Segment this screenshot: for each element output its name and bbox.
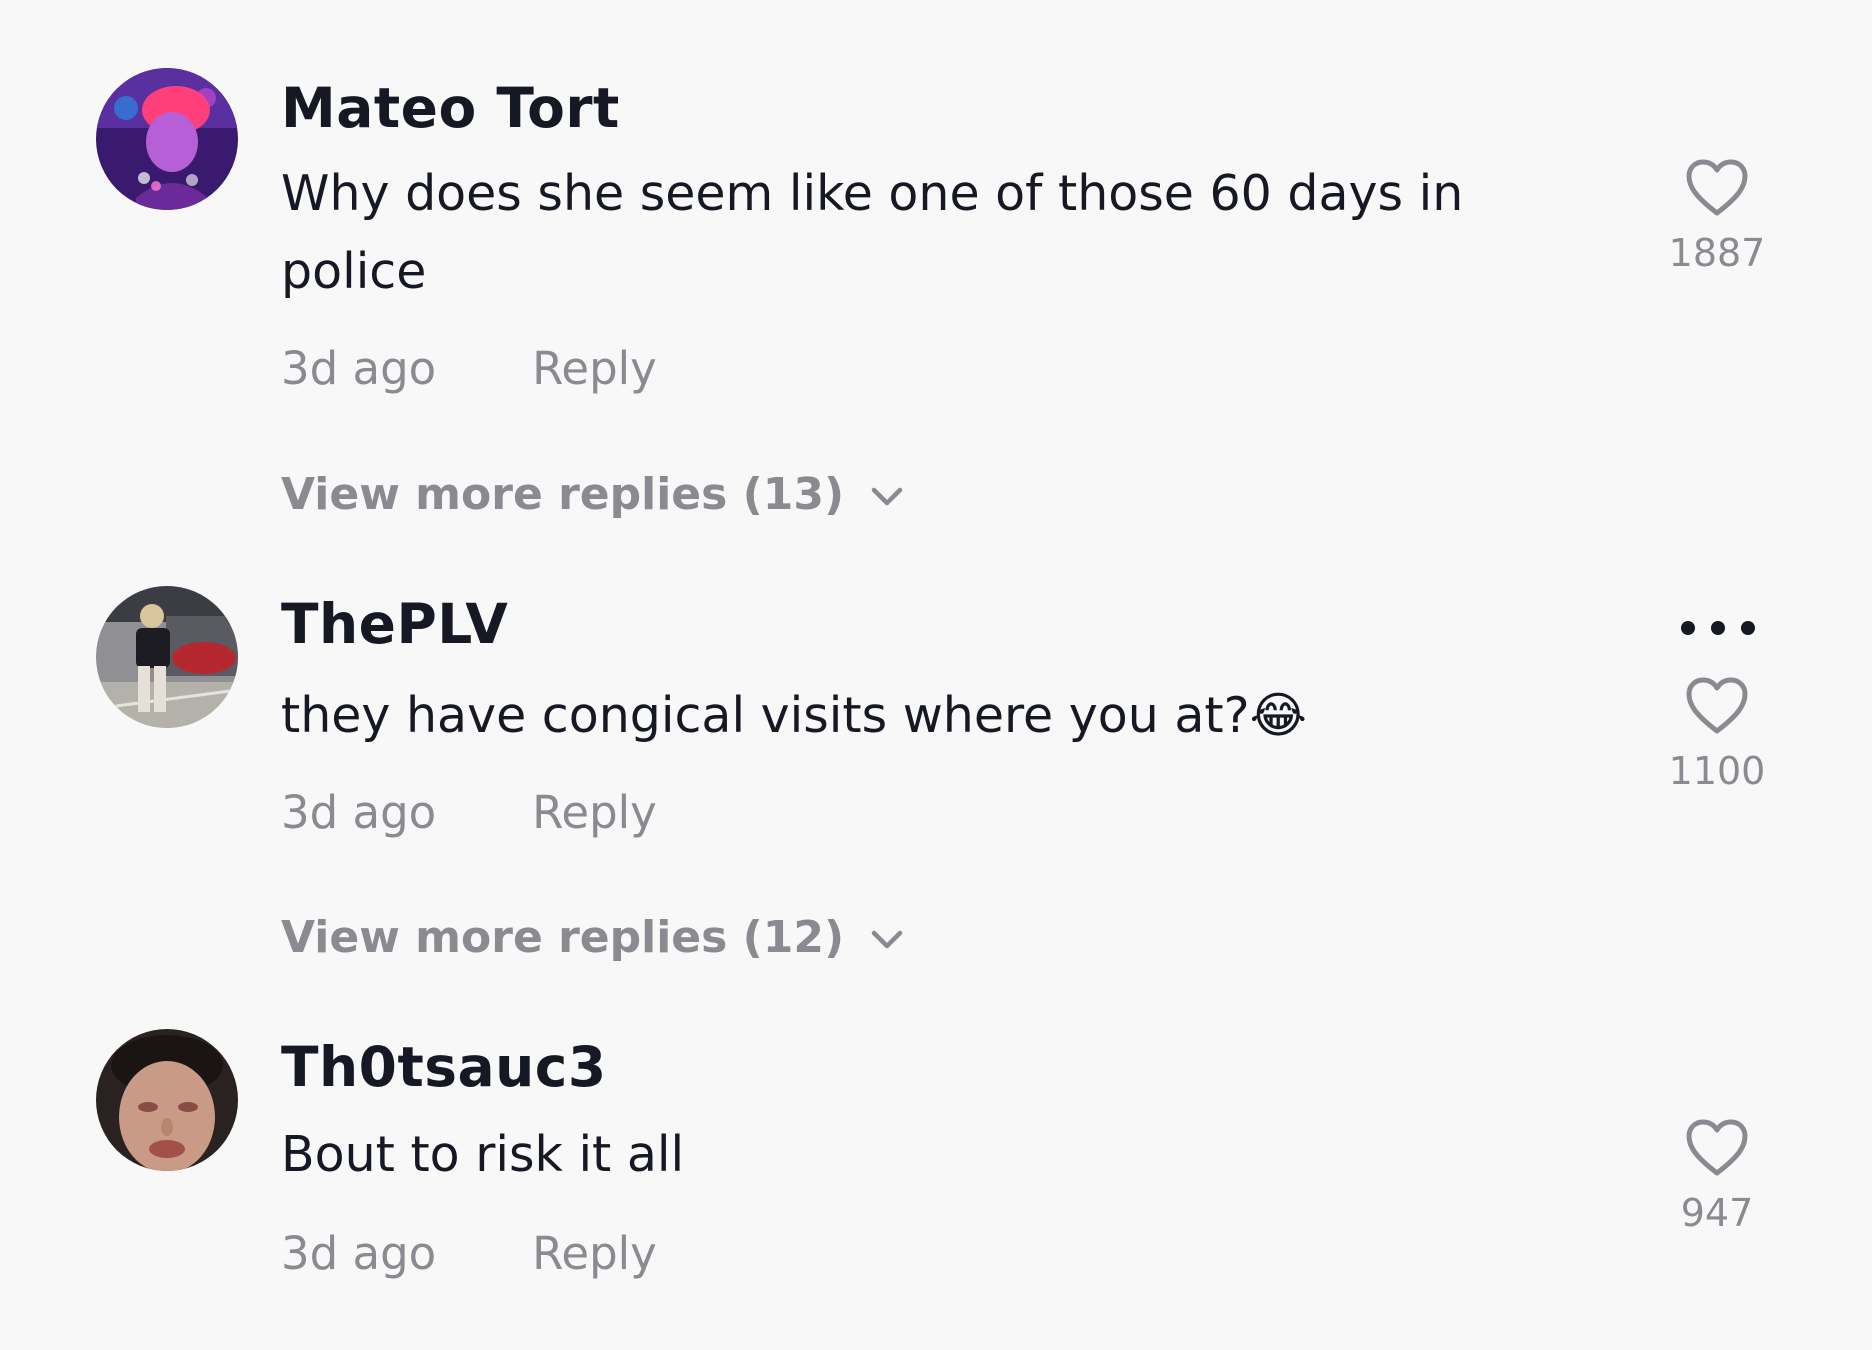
like-button[interactable]: 1887 xyxy=(1660,158,1774,276)
avatar-image xyxy=(96,586,238,728)
comment-text: Why does she seem like one of those 60 d… xyxy=(281,165,1464,300)
comment-timestamp: 3d ago xyxy=(281,1227,437,1280)
heart-outline-icon xyxy=(1686,677,1748,734)
avatar-image xyxy=(96,68,238,210)
comment-username[interactable]: ThePLV xyxy=(281,592,508,656)
comment-username[interactable]: Mateo Tort xyxy=(281,76,620,140)
like-button[interactable]: 1100 xyxy=(1660,676,1774,794)
comment-meta: 3d ago Reply xyxy=(281,785,657,841)
avatar-image xyxy=(96,1029,238,1171)
comment-meta: 3d ago Reply xyxy=(281,341,657,397)
reply-button[interactable]: Reply xyxy=(532,342,657,395)
heart-outline-icon xyxy=(1686,1119,1748,1176)
more-options-icon[interactable] xyxy=(1678,616,1758,640)
avatar[interactable] xyxy=(96,1029,238,1171)
like-count: 1887 xyxy=(1668,231,1766,275)
chevron-down-icon xyxy=(870,466,904,522)
avatar[interactable] xyxy=(96,586,238,728)
comment-text: they have congical visits where you at?😂 xyxy=(281,687,1307,744)
comment-meta: 3d ago Reply xyxy=(281,1226,657,1282)
like-count: 1100 xyxy=(1668,749,1766,793)
comment-timestamp: 3d ago xyxy=(281,786,437,839)
chevron-down-icon xyxy=(870,909,904,965)
view-more-replies-button[interactable]: View more replies (12) xyxy=(281,910,904,966)
avatar[interactable] xyxy=(96,68,238,210)
like-button[interactable]: 947 xyxy=(1660,1118,1774,1236)
reply-button[interactable]: Reply xyxy=(532,1227,657,1280)
view-more-replies-button[interactable]: View more replies (13) xyxy=(281,467,904,523)
comment-username[interactable]: Th0tsauc3 xyxy=(281,1035,607,1099)
like-count: 947 xyxy=(1680,1191,1754,1235)
view-more-replies-label: View more replies (12) xyxy=(281,912,845,963)
heart-outline-icon xyxy=(1686,159,1748,216)
comment-text: Bout to risk it all xyxy=(281,1126,685,1183)
view-more-replies-label: View more replies (13) xyxy=(281,469,845,520)
comment-timestamp: 3d ago xyxy=(281,342,437,395)
reply-button[interactable]: Reply xyxy=(532,786,657,839)
